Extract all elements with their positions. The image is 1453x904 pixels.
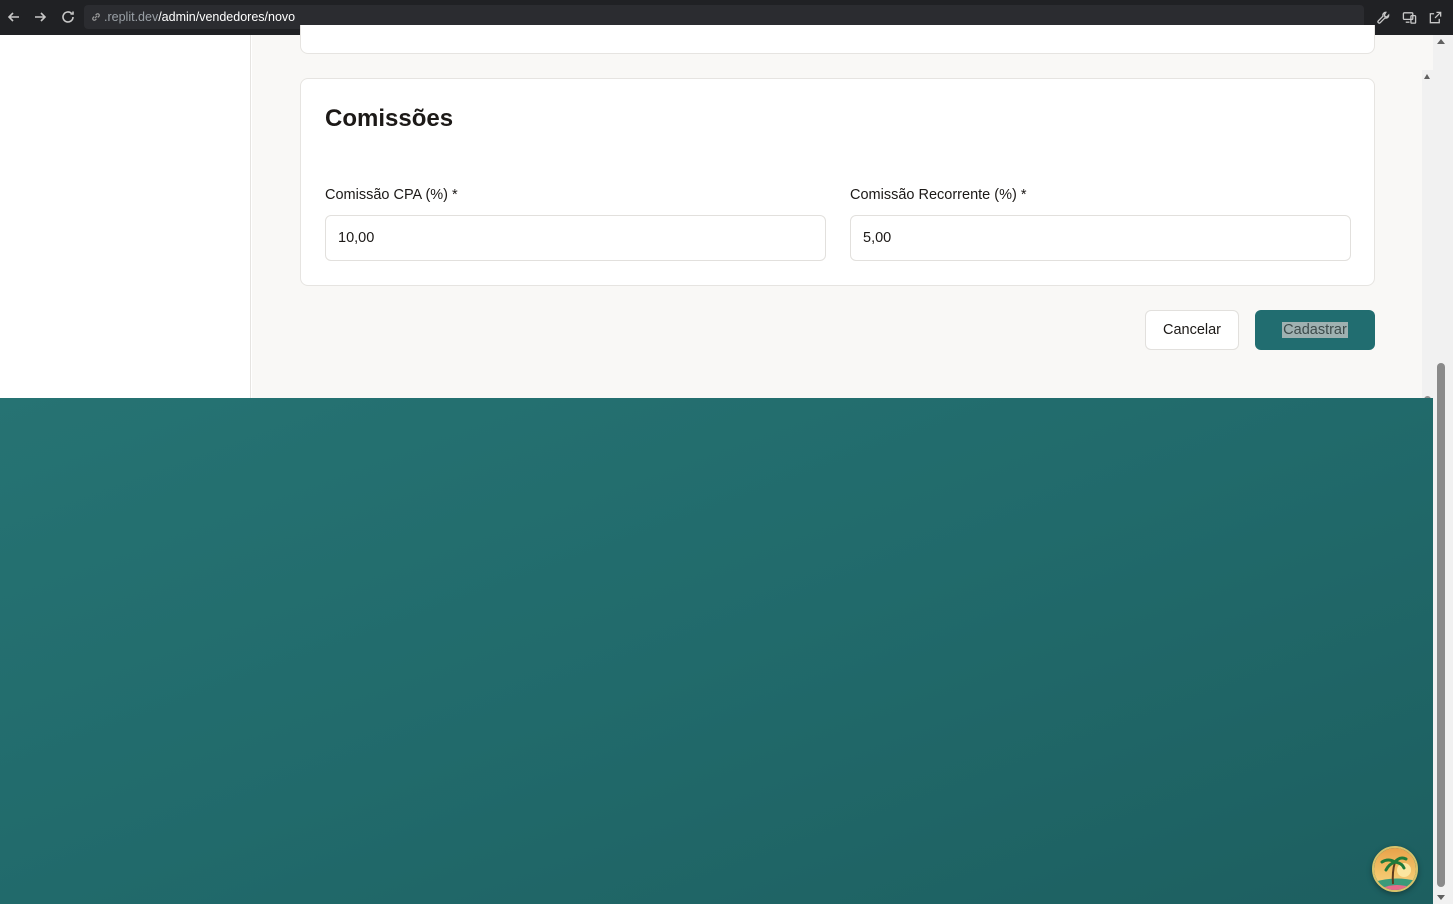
forward-arrow-icon[interactable] — [26, 3, 54, 31]
palm-tree-avatar-icon[interactable] — [1372, 846, 1418, 892]
previous-card — [300, 25, 1375, 54]
link-icon — [90, 11, 102, 23]
section-title: Comissões — [325, 105, 454, 132]
devices-icon[interactable] — [1399, 8, 1419, 28]
open-external-icon[interactable] — [1425, 8, 1445, 28]
cancel-button[interactable]: Cancelar — [1145, 310, 1239, 350]
submit-button-label: Cadastrar — [1282, 322, 1348, 338]
window-scrollbar[interactable] — [1433, 35, 1453, 904]
cpa-commission-label: Comissão CPA (%) * — [325, 187, 458, 203]
main-content: Comissões Comissão CPA (%) * Comissão Re… — [252, 25, 1433, 398]
cpa-commission-input[interactable] — [325, 215, 826, 261]
window-scroll-thumb[interactable] — [1437, 363, 1445, 887]
back-arrow-icon[interactable] — [0, 3, 28, 31]
sidebar — [0, 35, 251, 398]
recurring-commission-input[interactable] — [850, 215, 1351, 261]
recurring-commission-label: Comissão Recorrente (%) * — [850, 187, 1027, 203]
submit-button[interactable]: Cadastrar — [1255, 310, 1375, 350]
wrench-icon[interactable] — [1373, 8, 1393, 28]
scroll-up-icon[interactable] — [1437, 39, 1445, 44]
reload-icon[interactable] — [54, 3, 82, 31]
teal-background — [0, 398, 1433, 904]
browser-tools — [1373, 0, 1445, 35]
inner-scrollbar[interactable] — [1422, 70, 1433, 433]
scroll-down-icon[interactable] — [1437, 895, 1445, 900]
app-page: Comissões Comissão CPA (%) * Comissão Re… — [0, 25, 1433, 433]
scroll-up-icon[interactable] — [1424, 74, 1430, 79]
url-path: /admin/vendedores/novo — [158, 10, 296, 24]
commissions-card: Comissões Comissão CPA (%) * Comissão Re… — [300, 78, 1375, 286]
url-host: .replit.dev — [104, 10, 159, 24]
